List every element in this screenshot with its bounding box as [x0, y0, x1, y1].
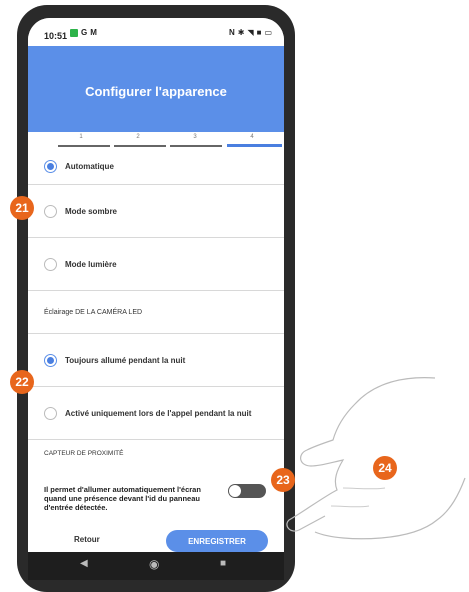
save-button[interactable]: ENREGISTRER — [166, 530, 268, 552]
mail-icon: M — [90, 28, 97, 37]
step-2-bar — [114, 145, 166, 147]
option-mode-sombre[interactable]: Mode sombre — [28, 185, 284, 238]
annotation-22: 22 — [10, 370, 34, 394]
option-automatique-label: Automatique — [65, 162, 114, 171]
radio-appel-nuit[interactable] — [44, 406, 57, 420]
radio-toujours-allume[interactable] — [44, 353, 57, 367]
proximity-description: Il permet d'allumer automatiquement l'éc… — [44, 485, 201, 512]
option-appel-nuit-label: Activé uniquement lors de l'appel pendan… — [65, 408, 252, 418]
led-section-header: Éclairage DE LA CAMÉRA LED — [28, 291, 284, 334]
radio-automatique[interactable] — [44, 160, 57, 173]
option-toujours-allume[interactable]: Toujours allumé pendant la nuit — [28, 334, 284, 387]
radio-mode-sombre[interactable] — [44, 204, 57, 218]
option-mode-lumiere-label: Mode lumière — [65, 259, 117, 269]
option-appel-nuit[interactable]: Activé uniquement lors de l'appel pendan… — [28, 387, 284, 440]
step-1-bar — [58, 145, 110, 147]
g-icon: G — [81, 28, 88, 37]
proximity-toggle[interactable] — [228, 484, 266, 498]
step-3-bar — [170, 145, 222, 147]
proximity-section-title: CAPTEUR DE PROXIMITÉ — [44, 450, 124, 457]
status-icons-right: N ✱ ◥ ■ ▭ — [229, 29, 272, 37]
step-1-label: 1 — [79, 134, 83, 140]
phone-frame: 10:51 G M N ✱ ◥ ■ ▭ Configurer l'apparen… — [17, 5, 295, 592]
step-4-label: 4 — [250, 134, 254, 140]
status-time: 10:51 — [44, 31, 68, 41]
annotation-21: 21 — [10, 196, 34, 220]
back-button[interactable]: Retour — [74, 535, 100, 544]
option-toujours-allume-label: Toujours allumé pendant la nuit — [65, 355, 186, 365]
wifi-icon: ◥ — [247, 28, 254, 37]
android-nav-bar: ◀ ◉ ■ — [28, 552, 284, 580]
option-mode-lumiere[interactable]: Mode lumière — [28, 238, 284, 291]
home-nav-icon[interactable]: ◉ — [149, 557, 159, 571]
annotation-24: 24 — [373, 456, 397, 480]
status-bar: 10:51 G M N ✱ ◥ ■ ▭ — [28, 18, 284, 46]
nfc-icon: N — [228, 28, 235, 37]
option-mode-sombre-label: Mode sombre — [65, 206, 118, 216]
sim-icon: ■ — [256, 28, 262, 37]
annotation-23: 23 — [271, 468, 295, 492]
bluetooth-icon: ✱ — [237, 28, 245, 37]
page-title: Configurer l'apparence — [85, 84, 227, 99]
option-automatique[interactable]: Automatique — [28, 158, 284, 185]
toggle-knob — [229, 485, 241, 497]
radio-mode-lumiere[interactable] — [44, 257, 57, 271]
battery-icon: ▭ — [264, 28, 272, 37]
step-4-bar-active — [227, 144, 282, 147]
app-screen: 10:51 G M N ✱ ◥ ■ ▭ Configurer l'apparen… — [28, 18, 284, 557]
app-icon — [70, 29, 78, 37]
recents-nav-icon[interactable]: ■ — [220, 558, 226, 569]
led-section-title: Éclairage DE LA CAMÉRA LED — [44, 308, 143, 316]
progress-stepper: 1 2 3 4 — [54, 134, 282, 158]
step-2-label: 2 — [136, 134, 140, 140]
step-3-label: 3 — [193, 134, 197, 140]
back-nav-icon[interactable]: ◀ — [80, 558, 88, 569]
status-icons-left: G M — [70, 29, 97, 37]
app-header: Configurer l'apparence — [28, 46, 284, 132]
